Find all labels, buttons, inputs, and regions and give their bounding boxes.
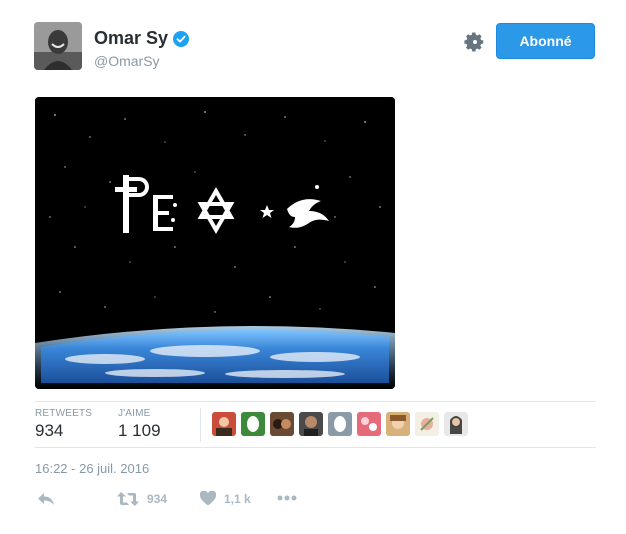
tweet-timestamp[interactable]: 16:22 - 26 juil. 2016 <box>35 461 149 476</box>
reply-icon <box>38 493 54 505</box>
liker-avatars <box>212 412 473 436</box>
author-name[interactable]: Omar Sy <box>94 28 168 49</box>
follow-button[interactable]: Abonné <box>496 23 595 59</box>
likes-stat[interactable]: J'AIME 1 109 <box>118 408 161 441</box>
liker-avatar[interactable] <box>212 412 236 436</box>
retweet-icon <box>117 492 139 506</box>
liker-avatar[interactable] <box>270 412 294 436</box>
retweets-label: RETWEETS <box>35 408 93 419</box>
likes-label: J'AIME <box>118 408 151 419</box>
author-name-row: Omar Sy <box>94 28 190 49</box>
author-handle[interactable]: @OmarSy <box>94 53 160 69</box>
more-button[interactable] <box>277 495 297 501</box>
retweet-count: 934 <box>147 492 168 506</box>
liker-avatar[interactable] <box>357 412 381 436</box>
tweet-actions: 934 1,1 k <box>35 491 335 515</box>
author-avatar[interactable] <box>34 22 82 70</box>
like-button[interactable]: 1,1 k <box>200 491 251 506</box>
likes-count: 1 109 <box>118 421 161 440</box>
stats-divider <box>200 408 201 442</box>
more-dots-icon <box>277 495 297 501</box>
like-count: 1,1 k <box>224 491 251 506</box>
liker-avatar[interactable] <box>415 412 439 436</box>
retweets-stat[interactable]: RETWEETS 934 <box>35 408 92 441</box>
liker-avatar[interactable] <box>386 412 410 436</box>
reply-button[interactable] <box>37 491 55 507</box>
retweet-button[interactable]: 934 <box>117 491 167 507</box>
tweet-stats: RETWEETS 934 J'AIME 1 109 <box>35 401 596 448</box>
tweet-header: Omar Sy @OmarSy Abonné <box>34 22 596 72</box>
heart-icon <box>200 491 216 506</box>
verified-badge-icon <box>173 30 190 47</box>
liker-avatar[interactable] <box>299 412 323 436</box>
author-photo <box>34 22 82 70</box>
liker-avatar[interactable] <box>328 412 352 436</box>
peace-image <box>35 97 395 389</box>
tweet-media-image[interactable] <box>35 97 395 389</box>
liker-avatar[interactable] <box>241 412 265 436</box>
liker-avatar[interactable] <box>444 412 468 436</box>
gear-icon[interactable] <box>464 31 486 53</box>
retweets-count: 934 <box>35 421 64 440</box>
